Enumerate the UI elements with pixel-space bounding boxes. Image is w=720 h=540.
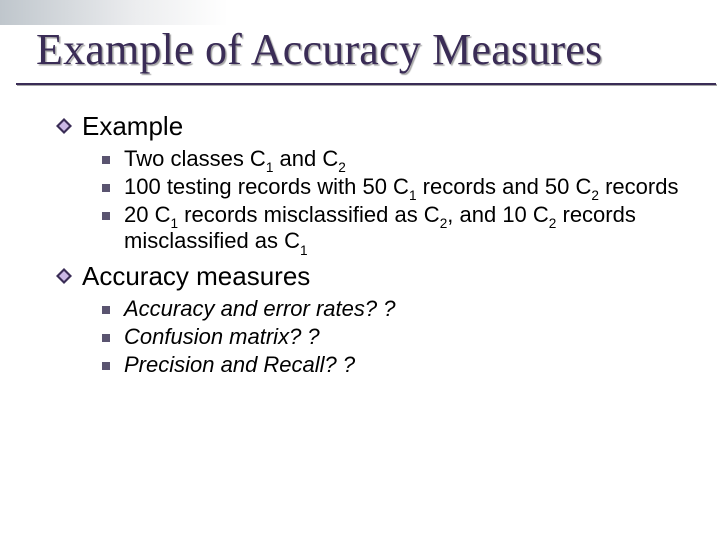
square-bullet-icon xyxy=(102,362,110,370)
list-item: Accuracy and error rates? ? xyxy=(102,296,680,323)
section-label: Example xyxy=(82,111,183,142)
header-gradient xyxy=(0,0,228,25)
slide-title: Example of Accuracy Measures xyxy=(36,24,680,75)
list-item-text: 20 C1 records misclassified as C2, and 1… xyxy=(124,202,680,256)
list-item-text: Accuracy and error rates? ? xyxy=(124,296,395,323)
subscript: 1 xyxy=(300,243,308,258)
list-item-text: Confusion matrix? ? xyxy=(124,324,320,351)
square-bullet-icon xyxy=(102,212,110,220)
list-item: 100 testing records with 50 C1 records a… xyxy=(102,174,680,201)
square-bullet-icon xyxy=(102,306,110,314)
subscript: 1 xyxy=(409,188,417,203)
section-heading: Accuracy measures xyxy=(56,261,680,292)
list-item-text: Two classes C1 and C2 xyxy=(124,146,346,173)
square-bullet-icon xyxy=(102,334,110,342)
subscript: 2 xyxy=(440,216,448,231)
list-item: Two classes C1 and C2 xyxy=(102,146,680,173)
diamond-bullet-icon xyxy=(56,268,72,284)
slide-body: Example Two classes C1 and C2100 testing … xyxy=(56,111,680,379)
subscript: 2 xyxy=(591,188,599,203)
list-item: Confusion matrix? ? xyxy=(102,324,680,351)
subscript: 2 xyxy=(338,160,346,175)
diamond-bullet-icon xyxy=(56,118,72,134)
subscript: 1 xyxy=(266,160,274,175)
square-bullet-icon xyxy=(102,156,110,164)
list-item-text: Precision and Recall? ? xyxy=(124,352,355,379)
square-bullet-icon xyxy=(102,184,110,192)
section-label: Accuracy measures xyxy=(82,261,310,292)
section-heading: Example xyxy=(56,111,680,142)
list-item: 20 C1 records misclassified as C2, and 1… xyxy=(102,202,680,256)
title-underline xyxy=(16,83,716,85)
subscript: 2 xyxy=(549,216,557,231)
subscript: 1 xyxy=(170,216,178,231)
slide: Example of Accuracy Measures Example Two … xyxy=(0,0,720,540)
list-item: Precision and Recall? ? xyxy=(102,352,680,379)
list-item-text: 100 testing records with 50 C1 records a… xyxy=(124,174,678,201)
